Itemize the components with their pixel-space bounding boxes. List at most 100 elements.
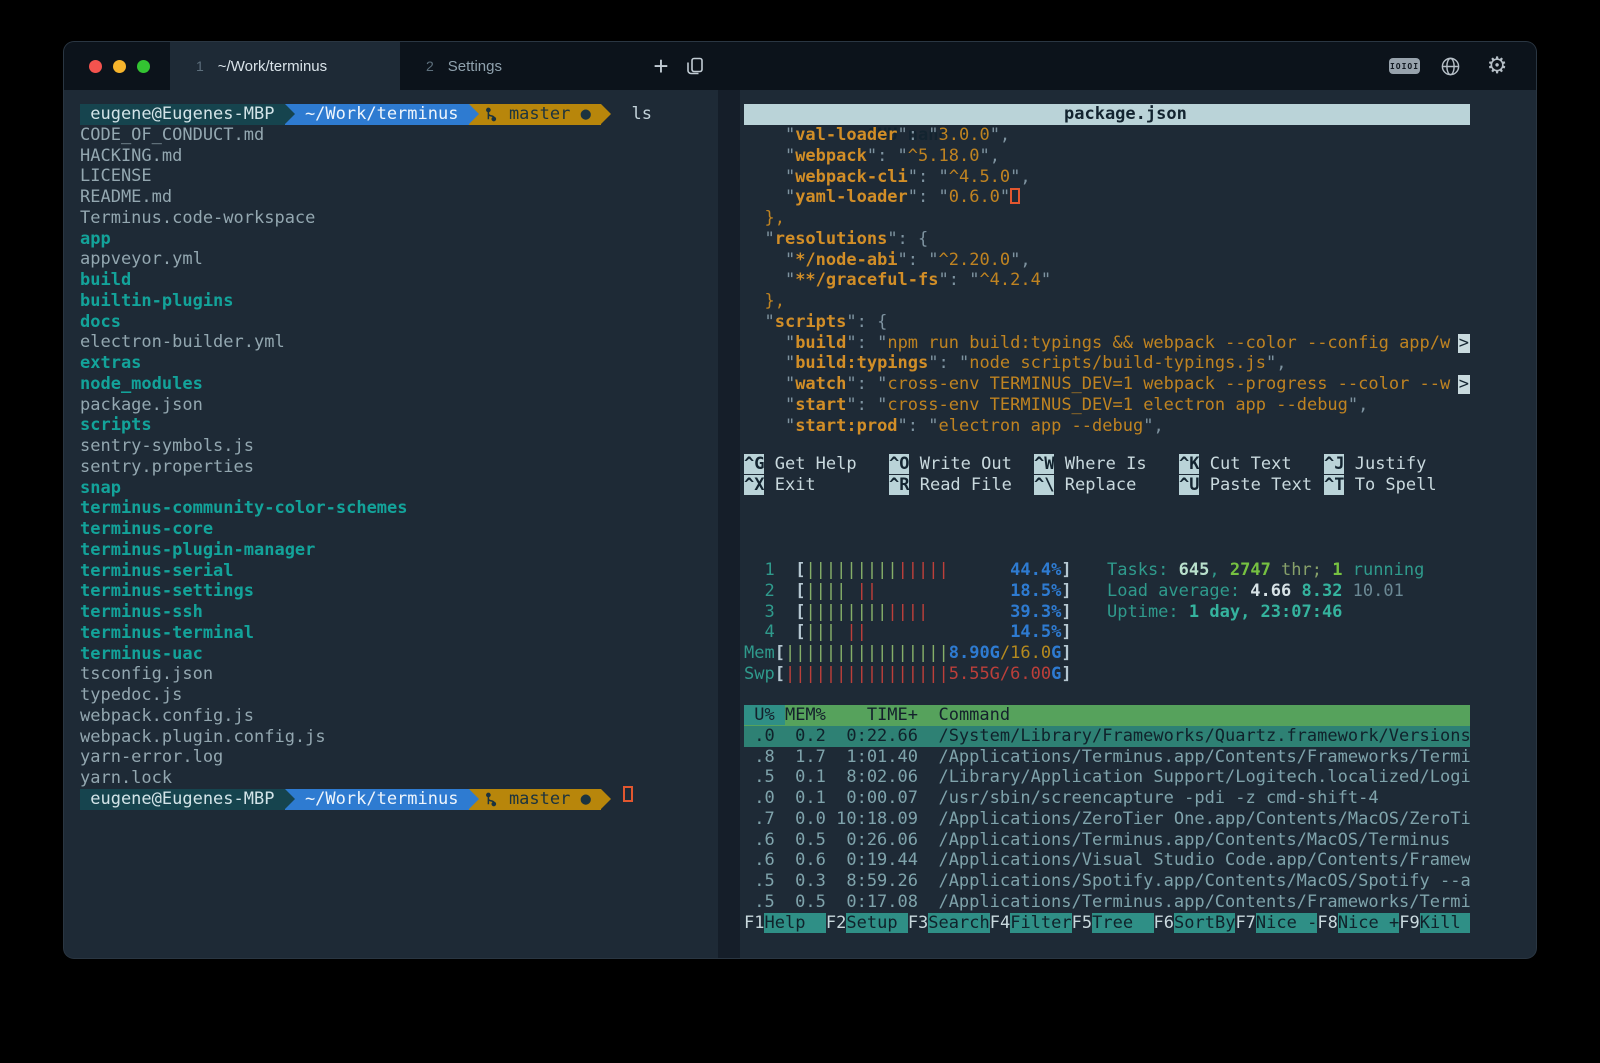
process-row: .0 0.1 0:00.07 /usr/sbin/screencapture -… [744, 788, 1470, 809]
title-bar: 1 ~/Work/terminus 2 Settings + IOIOI [64, 42, 1536, 90]
maximize-window-button[interactable] [137, 60, 150, 73]
tab-settings[interactable]: 2 Settings [400, 42, 630, 90]
nano-shortcut-bar: ^G Get Help^O Write Out^W Where Is^K Cut… [744, 454, 1484, 496]
fkey-action: Filter [1010, 913, 1071, 934]
cpu-meter-row: 1 [|||||||||||||| 44.4%] [744, 560, 1072, 581]
nano-line: "webpack-cli": "^4.5.0", [744, 167, 1470, 188]
file-item: package.json [80, 395, 718, 416]
prompt-segment: ~/Work/terminus [295, 789, 469, 810]
process-row: .5 0.1 8:02.06 /Library/Application Supp… [744, 767, 1470, 788]
file-item: sentry.properties [80, 457, 718, 478]
fkey-number: F9 [1399, 913, 1419, 934]
nano-shortcut: ^R Read File [889, 475, 1034, 496]
globe-icon[interactable] [1433, 56, 1467, 77]
shell-prompt: eugene@Eugenes-MBP ~/Work/terminus maste… [80, 789, 718, 810]
nano-shortcut: ^\ Replace [1034, 475, 1179, 496]
directory-item: terminus-settings [80, 581, 718, 602]
directory-item: terminus-terminal [80, 623, 718, 644]
fkey-number: F3 [908, 913, 928, 934]
nano-shortcut: ^X Exit [744, 475, 889, 496]
directory-item: snap [80, 478, 718, 499]
nano-filename: package.json [1064, 104, 1187, 125]
nano-title-bar: GNU nano 4.5 package.json [744, 104, 1470, 125]
directory-item: terminus-ssh [80, 602, 718, 623]
directory-item: terminus-uac [80, 644, 718, 665]
prompt-segment: eugene@Eugenes-MBP [80, 104, 285, 125]
nano-shortcut: ^O Write Out [889, 454, 1034, 475]
file-item: LICENSE [80, 166, 718, 187]
tab-label: Settings [448, 58, 502, 75]
settings-gear-icon[interactable]: ⚙ [1480, 55, 1514, 78]
file-item: appveyor.yml [80, 249, 718, 270]
file-item: CODE_OF_CONDUCT.md [80, 125, 718, 146]
file-item: webpack.plugin.config.js [80, 727, 718, 748]
file-item: typedoc.js [80, 685, 718, 706]
nano-shortcut: ^J Justify [1324, 454, 1469, 475]
htop-info-line: Tasks: 645, 2747 thr; 1 running [1107, 560, 1424, 581]
tab-label: ~/Work/terminus [218, 58, 327, 75]
close-window-button[interactable] [89, 60, 102, 73]
powerline-arrow [601, 104, 611, 125]
line-continuation-marker: > [1458, 375, 1470, 394]
nano-shortcut: ^T To Spell [1324, 475, 1469, 496]
directory-item: scripts [80, 415, 718, 436]
directory-item: app [80, 229, 718, 250]
process-row: .6 0.6 0:19.44 /Applications/Visual Stud… [744, 850, 1470, 871]
nano-line: "start": "cross-env TERMINUS_DEV=1 elect… [744, 395, 1470, 416]
nano-editor-content: "val-loader": "3.0.0", "webpack": "^5.18… [744, 125, 1470, 436]
nano-shortcut: ^G Get Help [744, 454, 889, 475]
prompt-segment: eugene@Eugenes-MBP [80, 789, 285, 810]
fkey-action: Search [928, 913, 989, 934]
ls-output: CODE_OF_CONDUCT.mdHACKING.mdLICENSEREADM… [80, 125, 718, 789]
process-row: .5 0.5 0:17.08 /Applications/Terminus.ap… [744, 892, 1470, 913]
directory-item: terminus-community-color-schemes [80, 498, 718, 519]
process-row: .5 0.3 8:59.26 /Applications/Spotify.app… [744, 871, 1470, 892]
fkey-action: Nice + [1338, 913, 1399, 934]
prompt-segment: ~/Work/terminus [295, 104, 469, 125]
prompt-segment: master ● [479, 789, 601, 810]
file-item: tsconfig.json [80, 664, 718, 685]
file-item: electron-builder.yml [80, 332, 718, 353]
directory-item: builtin-plugins [80, 291, 718, 312]
window-content: eugene@Eugenes-MBP ~/Work/terminus maste… [64, 90, 1536, 958]
minimize-window-button[interactable] [113, 60, 126, 73]
fkey-number: F5 [1072, 913, 1092, 934]
nano-line: "build": "npm run build:typings && webpa… [744, 333, 1470, 354]
directory-item: extras [80, 353, 718, 374]
htop-meters: 1 [|||||||||||||| 44.4%] 2 [|||| || 18.5… [744, 560, 1072, 685]
process-row: .8 1.7 1:01.40 /Applications/Terminus.ap… [744, 747, 1470, 768]
nano-line: "watch": "cross-env TERMINUS_DEV=1 webpa… [744, 374, 1470, 395]
terminal-pane-left[interactable]: eugene@Eugenes-MBP ~/Work/terminus maste… [64, 90, 718, 958]
fkey-number: F6 [1154, 913, 1174, 934]
fkey-number: F8 [1317, 913, 1337, 934]
process-row: .6 0.5 0:26.06 /Applications/Terminus.ap… [744, 830, 1470, 851]
file-item: HACKING.md [80, 146, 718, 167]
nano-line: "build:typings": "node scripts/build-typ… [744, 353, 1470, 374]
terminal-pane-right[interactable]: GNU nano 4.5 package.json "val-loader": … [740, 90, 1536, 958]
fkey-action: Nice - [1256, 913, 1317, 934]
pane-divider[interactable] [718, 90, 740, 958]
tab-work-terminus[interactable]: 1 ~/Work/terminus [170, 42, 400, 90]
nano-line: "start:prod": "electron app --debug", [744, 416, 1470, 437]
file-item: Terminus.code-workspace [80, 208, 718, 229]
shell-prompt: eugene@Eugenes-MBP ~/Work/terminus maste… [80, 104, 718, 125]
nano-line: "val-loader": "3.0.0", [744, 125, 1470, 146]
htop-info-line: Uptime: 1 day, 23:07:46 [1107, 602, 1424, 623]
new-tab-button[interactable]: + [644, 42, 678, 90]
nano-shortcut: ^W Where Is [1034, 454, 1179, 475]
fkey-action: Help [764, 913, 825, 934]
serial-port-icon[interactable]: IOIOI [1389, 58, 1420, 74]
fkey-number: F1 [744, 913, 764, 934]
fkey-number: F2 [826, 913, 846, 934]
memory-meter-row: Mem[||||||||||||||||8.90G/16.0G] [744, 643, 1072, 664]
directory-item: build [80, 270, 718, 291]
cpu-meter-row: 4 [||| || 14.5%] [744, 622, 1072, 643]
fkey-action: SortBy [1174, 913, 1235, 934]
duplicate-tab-icon[interactable] [678, 42, 712, 90]
htop-function-key-bar: F1Help F2Setup F3SearchF4FilterF5Tree F6… [744, 913, 1470, 934]
process-row: .0 0.2 0:22.66 /System/Library/Framework… [744, 726, 1470, 747]
fkey-number: F4 [990, 913, 1010, 934]
nano-shortcut: ^U Paste Text [1179, 475, 1324, 496]
traffic-lights [64, 42, 170, 90]
directory-item: terminus-plugin-manager [80, 540, 718, 561]
